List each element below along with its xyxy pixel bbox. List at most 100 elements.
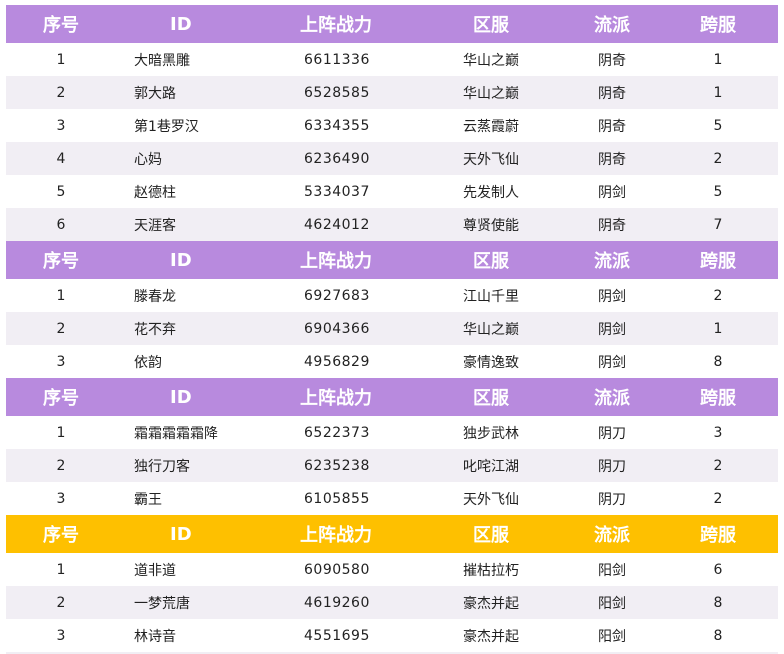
cell-rank: 2 bbox=[56, 84, 66, 101]
cell-id: 郭大路 bbox=[134, 85, 176, 102]
cell-power: 4619260 bbox=[304, 594, 370, 611]
cell-cross-server: 2 bbox=[713, 490, 723, 507]
cell-server: 天外飞仙 bbox=[463, 491, 519, 508]
cell-rank: 1 bbox=[56, 51, 66, 68]
cell-id: 道非道 bbox=[134, 562, 176, 579]
cell-school: 阳剑 bbox=[598, 595, 626, 612]
cell-cross-server: 3 bbox=[713, 424, 723, 441]
cell-school: 阴剑 bbox=[598, 354, 626, 371]
cell-rank: 3 bbox=[56, 627, 66, 644]
header-server: 区服 bbox=[473, 15, 509, 36]
cell-cross-server: 8 bbox=[713, 353, 723, 370]
header-power: 上阵战力 bbox=[300, 15, 372, 36]
cell-power: 4551695 bbox=[304, 627, 370, 644]
header-rank: 序号 bbox=[43, 251, 79, 272]
cell-cross-server: 8 bbox=[713, 594, 723, 611]
table-row: 1 滕春龙 6927683 江山千里 阴剑 2 bbox=[6, 279, 778, 312]
cell-server: 云蒸霞蔚 bbox=[463, 118, 519, 135]
table-group-2: 序号 ID 上阵战力 区服 流派 跨服 1 滕春龙 6927683 江山千里 阴剑 2 2 花不弃 6904… bbox=[6, 241, 778, 378]
cell-cross-server: 2 bbox=[713, 150, 723, 167]
cell-power: 6235238 bbox=[304, 457, 370, 474]
cell-cross-server: 6 bbox=[713, 561, 723, 578]
header-school: 流派 bbox=[594, 388, 630, 409]
cell-server: 天外飞仙 bbox=[463, 151, 519, 168]
cell-school: 阳剑 bbox=[598, 562, 626, 579]
cell-power: 4956829 bbox=[304, 353, 370, 370]
cell-school: 阴奇 bbox=[598, 217, 626, 234]
cell-id: 大暗黑雕 bbox=[134, 52, 190, 69]
cell-cross-server: 1 bbox=[713, 51, 723, 68]
cell-power: 6611336 bbox=[304, 51, 370, 68]
header-power: 上阵战力 bbox=[300, 525, 372, 546]
cell-server: 独步武林 bbox=[463, 425, 519, 442]
cell-cross-server: 5 bbox=[713, 183, 723, 200]
cell-id: 依韵 bbox=[134, 354, 162, 371]
cell-rank: 3 bbox=[56, 353, 66, 370]
cell-power: 6904366 bbox=[304, 320, 370, 337]
cell-server: 华山之巅 bbox=[463, 321, 519, 338]
cell-rank: 1 bbox=[56, 287, 66, 304]
table-row: 1 霜霜霜霜霜降 6522373 独步武林 阴刀 3 bbox=[6, 416, 778, 449]
cell-server: 豪情逸致 bbox=[463, 354, 519, 371]
table-row: 3 林诗音 4551695 豪杰并起 阳剑 8 bbox=[6, 619, 778, 652]
cell-school: 阴剑 bbox=[598, 288, 626, 305]
cell-school: 阴奇 bbox=[598, 52, 626, 69]
header-cross-server: 跨服 bbox=[700, 525, 736, 546]
table-row: 1 大暗黑雕 6611336 华山之巅 阴奇 1 bbox=[6, 43, 778, 76]
table-row: 4 心妈 6236490 天外飞仙 阴奇 2 bbox=[6, 142, 778, 175]
cell-power: 6927683 bbox=[304, 287, 370, 304]
cell-id: 赵德柱 bbox=[134, 184, 176, 201]
table-header-row: 序号 ID 上阵战力 区服 流派 跨服 bbox=[6, 515, 778, 553]
cell-id: 霜霜霜霜霜降 bbox=[134, 425, 218, 442]
cell-id: 心妈 bbox=[134, 151, 162, 168]
cell-rank: 3 bbox=[56, 490, 66, 507]
cell-server: 豪杰并起 bbox=[463, 595, 519, 612]
header-id: ID bbox=[170, 386, 192, 408]
header-id: ID bbox=[170, 249, 192, 271]
table-header-row: 序号 ID 上阵战力 区服 流派 跨服 bbox=[6, 241, 778, 279]
cell-server: 豪杰并起 bbox=[463, 628, 519, 645]
table-row: 2 一梦荒唐 4619260 豪杰并起 阳剑 8 bbox=[6, 586, 778, 619]
cell-school: 阴奇 bbox=[598, 118, 626, 135]
table-row: 1 道非道 6090580 摧枯拉朽 阳剑 6 bbox=[6, 553, 778, 586]
cell-power: 6528585 bbox=[304, 84, 370, 101]
cell-server: 华山之巅 bbox=[463, 85, 519, 102]
cell-rank: 1 bbox=[56, 424, 66, 441]
table-row: 3 霸王 6105855 天外飞仙 阴刀 2 bbox=[6, 482, 778, 515]
cell-id: 花不弃 bbox=[134, 321, 176, 338]
cell-cross-server: 8 bbox=[713, 627, 723, 644]
header-rank: 序号 bbox=[43, 525, 79, 546]
cell-rank: 3 bbox=[56, 117, 66, 134]
header-cross-server: 跨服 bbox=[700, 15, 736, 36]
cell-server: 摧枯拉朽 bbox=[463, 562, 519, 579]
cell-power: 6334355 bbox=[304, 117, 370, 134]
cell-rank: 1 bbox=[56, 561, 66, 578]
cell-id: 滕春龙 bbox=[134, 288, 176, 305]
cell-school: 阴剑 bbox=[598, 321, 626, 338]
header-school: 流派 bbox=[594, 15, 630, 36]
header-server: 区服 bbox=[473, 251, 509, 272]
cell-school: 阴刀 bbox=[598, 491, 626, 508]
header-cross-server: 跨服 bbox=[700, 388, 736, 409]
cell-school: 阴刀 bbox=[598, 425, 626, 442]
header-rank: 序号 bbox=[43, 388, 79, 409]
cell-power: 6090580 bbox=[304, 561, 370, 578]
cell-power: 5334037 bbox=[304, 183, 370, 200]
cell-server: 华山之巅 bbox=[463, 52, 519, 69]
cell-cross-server: 1 bbox=[713, 84, 723, 101]
cell-rank: 6 bbox=[56, 216, 66, 233]
cell-id: 第1巷罗汉 bbox=[134, 118, 199, 135]
header-server: 区服 bbox=[473, 525, 509, 546]
table-row: 2 独行刀客 6235238 叱咤江湖 阴刀 2 bbox=[6, 449, 778, 482]
cell-cross-server: 1 bbox=[713, 320, 723, 337]
header-cross-server: 跨服 bbox=[700, 251, 736, 272]
cell-rank: 4 bbox=[56, 150, 66, 167]
table-group-1: 序号 ID 上阵战力 区服 流派 跨服 1 大暗黑雕 6611336 华山之巅 阴奇 1 2 郭大路 652… bbox=[6, 5, 778, 241]
cell-server: 江山千里 bbox=[463, 288, 519, 305]
table-header-row: 序号 ID 上阵战力 区服 流派 跨服 bbox=[6, 378, 778, 416]
cell-id: 霸王 bbox=[134, 491, 162, 508]
cell-id: 林诗音 bbox=[134, 628, 176, 645]
cell-power: 6105855 bbox=[304, 490, 370, 507]
cell-id: 天涯客 bbox=[134, 217, 176, 234]
cell-power: 6522373 bbox=[304, 424, 370, 441]
